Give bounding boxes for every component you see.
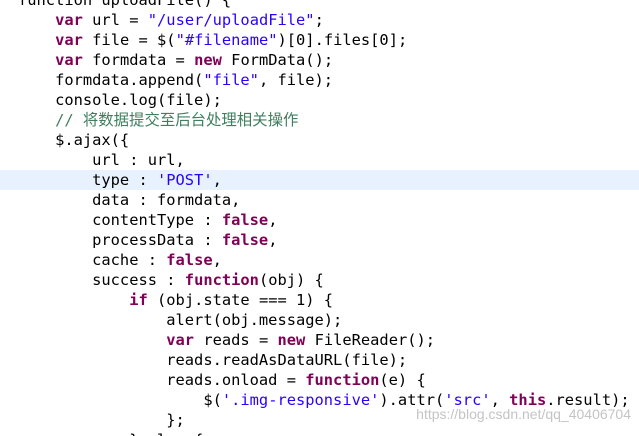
code-token-plain: cache : [18, 251, 167, 269]
code-line[interactable]: alert(obj.message); [0, 310, 639, 330]
code-line[interactable]: url : url, [0, 150, 639, 170]
code-token-kw: var [55, 31, 83, 49]
code-token-plain: data : formdata, [18, 191, 241, 209]
code-token-plain: , [268, 211, 278, 229]
code-line[interactable]: var formdata = new FormData(); [0, 50, 639, 70]
code-token-str: "file" [203, 71, 259, 89]
code-token-plain: FileReader(); [305, 331, 436, 349]
code-line[interactable]: reads.readAsDataURL(file); [0, 350, 639, 370]
code-editor[interactable]: function uploadFile() { var url = "/user… [0, 0, 639, 436]
code-token-kw: new [277, 331, 306, 349]
code-token-plain: contentType : [18, 211, 222, 229]
code-token-plain: , file); [258, 71, 334, 89]
code-token-plain: }; [18, 411, 185, 429]
code-line[interactable]: contentType : false, [0, 210, 639, 230]
code-token-kw: function [184, 271, 259, 289]
code-token-str: "#filename" [175, 31, 278, 49]
code-token-plain: , [212, 171, 222, 189]
code-token-kw: function [305, 371, 380, 389]
code-line[interactable]: if (obj.state === 1) { [0, 290, 639, 310]
code-token-plain: function [18, 0, 93, 9]
code-token-plain: alert(obj.message); [18, 311, 343, 329]
code-token-plain: url : url, [18, 151, 185, 169]
code-token-plain: (obj) { [258, 271, 324, 289]
code-line[interactable]: var reads = new FileReader(); [0, 330, 639, 350]
code-token-plain: reads.onload = [18, 371, 306, 389]
code-line[interactable]: $.ajax({ [0, 130, 639, 150]
code-token-plain: } else { [18, 431, 203, 436]
code-token-plain: formdata.append( [18, 71, 204, 89]
code-token-plain: ; [314, 11, 324, 29]
code-line[interactable]: // 将数据提交至后台处理相关操作 [0, 110, 639, 130]
code-token-plain: (e) { [379, 371, 426, 389]
code-token-kw: false [221, 211, 269, 229]
code-token-plain: FormData(); [221, 51, 334, 69]
code-token-plain: )[0].files[0]; [277, 31, 408, 49]
code-line[interactable]: var url = "/user/uploadFile"; [0, 10, 639, 30]
code-token-kw: if [129, 291, 148, 309]
code-token-plain: $( [18, 391, 222, 409]
code-token-kw: false [221, 231, 269, 249]
code-token-plain: file = $( [82, 31, 176, 49]
code-token-cmt: // 将数据提交至后台处理相关操作 [55, 111, 299, 129]
code-token-plain: (obj.state === 1) { [147, 291, 334, 309]
code-token-plain: , [212, 251, 222, 269]
code-line[interactable]: } else { [0, 430, 639, 436]
code-line[interactable]: data : formdata, [0, 190, 639, 210]
code-token-plain: reads = [194, 331, 278, 349]
code-token-plain: console.log(file); [18, 91, 222, 109]
code-line[interactable]: reads.onload = function(e) { [0, 370, 639, 390]
code-token-plain: type : [18, 171, 157, 189]
code-token-plain: $.ajax({ [18, 131, 130, 149]
code-token-plain: url = [82, 11, 148, 29]
code-token-plain: , [268, 231, 278, 249]
code-line[interactable]: function uploadFile() { [0, 0, 639, 10]
code-token-str: 'POST' [157, 171, 213, 189]
code-line[interactable]: success : function(obj) { [0, 270, 639, 290]
code-token-plain: reads.readAsDataURL(file); [18, 351, 408, 369]
code-line[interactable]: console.log(file); [0, 90, 639, 110]
code-token-plain: uploadFile() { [92, 0, 232, 9]
code-line[interactable]: var file = $("#filename")[0].files[0]; [0, 30, 639, 50]
code-line[interactable]: formdata.append("file", file); [0, 70, 639, 90]
code-token-kw: var [166, 331, 195, 349]
code-token-kw: var [55, 51, 83, 69]
code-token-str: "/user/uploadFile" [147, 11, 315, 29]
code-token-str: '.img-responsive' [221, 391, 380, 409]
code-token-kw: false [166, 251, 213, 269]
code-line[interactable]: cache : false, [0, 250, 639, 270]
watermark-url: https://blog.csdn.net/qq_40406704 [416, 406, 631, 422]
code-token-plain: success : [18, 271, 185, 289]
code-line[interactable]: type : 'POST', [0, 170, 639, 190]
code-token-plain: formdata = [82, 51, 195, 69]
code-line[interactable]: processData : false, [0, 230, 639, 250]
code-token-kw: new [194, 51, 222, 69]
code-token-kw: var [55, 11, 83, 29]
code-token-plain: processData : [18, 231, 222, 249]
